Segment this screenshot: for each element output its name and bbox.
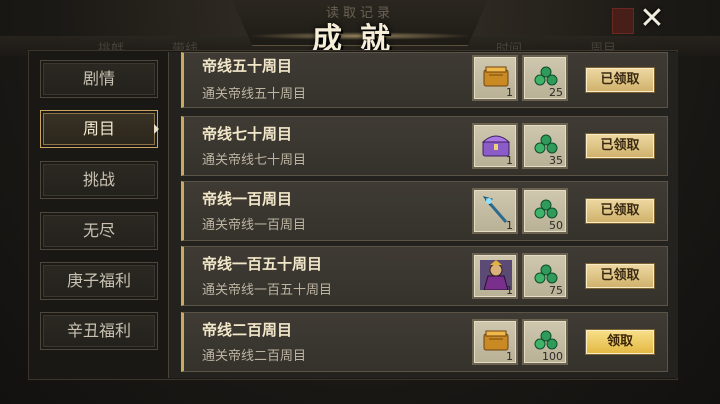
tab-challenge[interactable]: 挑战 bbox=[40, 161, 158, 199]
reward-item: 1 bbox=[472, 123, 518, 169]
claimed-button[interactable]: 已领取 bbox=[585, 67, 655, 93]
reward-qty: 1 bbox=[506, 350, 513, 363]
tab-story[interactable]: 剧情 bbox=[40, 60, 158, 98]
seal-decoration bbox=[612, 8, 634, 34]
close-button[interactable]: ✕ bbox=[636, 4, 668, 36]
reward-item: 1 bbox=[472, 55, 518, 101]
reward-qty: 35 bbox=[549, 154, 563, 167]
reward-qty: 1 bbox=[506, 219, 513, 232]
achievement-desc: 通关帝线一百五十周目 bbox=[202, 283, 333, 298]
achievement-list[interactable]: 帝线五十周目 通关帝线五十周目 1 25 已领取 帝线七十周目 通关帝线七十周目 bbox=[168, 52, 678, 378]
achievement-title: 帝线七十周目 bbox=[202, 125, 293, 143]
reward-qty: 1 bbox=[506, 154, 513, 167]
reward-jade: 50 bbox=[522, 188, 568, 234]
close-icon: ✕ bbox=[639, 1, 665, 36]
claimed-button[interactable]: 已领取 bbox=[585, 263, 655, 289]
achievement-desc: 通关帝线一百周目 bbox=[202, 218, 307, 233]
achievement-row: 帝线一百五十周目 通关帝线一百五十周目 1 75 已领取 bbox=[181, 246, 668, 306]
reward-qty: 75 bbox=[549, 284, 563, 297]
tab-playthrough[interactable]: 周目 bbox=[40, 110, 158, 148]
claimed-button[interactable]: 已领取 bbox=[585, 198, 655, 224]
reward-jade: 100 bbox=[522, 319, 568, 365]
achievement-title: 帝线二百周目 bbox=[202, 321, 293, 339]
achievement-row: 帝线五十周目 通关帝线五十周目 1 25 已领取 bbox=[181, 52, 668, 108]
reward-item: 1 bbox=[472, 188, 518, 234]
reward-jade: 35 bbox=[522, 123, 568, 169]
tab-gengzi-welfare[interactable]: 庚子福利 bbox=[40, 262, 158, 300]
achievement-row: 帝线七十周目 通关帝线七十周目 1 35 已领取 bbox=[181, 116, 668, 176]
reward-qty: 50 bbox=[549, 219, 563, 232]
achievement-title: 帝线一百五十周目 bbox=[202, 255, 323, 273]
reward-qty: 1 bbox=[506, 86, 513, 99]
achievement-row: 帝线二百周目 通关帝线二百周目 1 100 领取 bbox=[181, 312, 668, 372]
achievement-title: 帝线一百周目 bbox=[202, 190, 293, 208]
reward-qty: 100 bbox=[542, 350, 563, 363]
achievement-title: 帝线五十周目 bbox=[202, 57, 293, 75]
tab-endless[interactable]: 无尽 bbox=[40, 212, 158, 250]
achievement-desc: 通关帝线五十周目 bbox=[202, 87, 307, 102]
reward-qty: 25 bbox=[549, 86, 563, 99]
claimed-button[interactable]: 已领取 bbox=[585, 133, 655, 159]
reward-item: 1 bbox=[472, 253, 518, 299]
achievement-desc: 通关帝线七十周目 bbox=[202, 153, 307, 168]
active-tab-arrow-icon bbox=[154, 124, 159, 134]
reward-item: 1 bbox=[472, 319, 518, 365]
reward-jade: 25 bbox=[522, 55, 568, 101]
achievement-row: 帝线一百周目 通关帝线一百周目 1 50 已领取 bbox=[181, 181, 668, 241]
reward-qty: 1 bbox=[506, 284, 513, 297]
reward-jade: 75 bbox=[522, 253, 568, 299]
achievement-desc: 通关帝线二百周目 bbox=[202, 349, 307, 364]
tab-xinchou-welfare[interactable]: 辛丑福利 bbox=[40, 312, 158, 350]
claim-button[interactable]: 领取 bbox=[585, 329, 655, 355]
